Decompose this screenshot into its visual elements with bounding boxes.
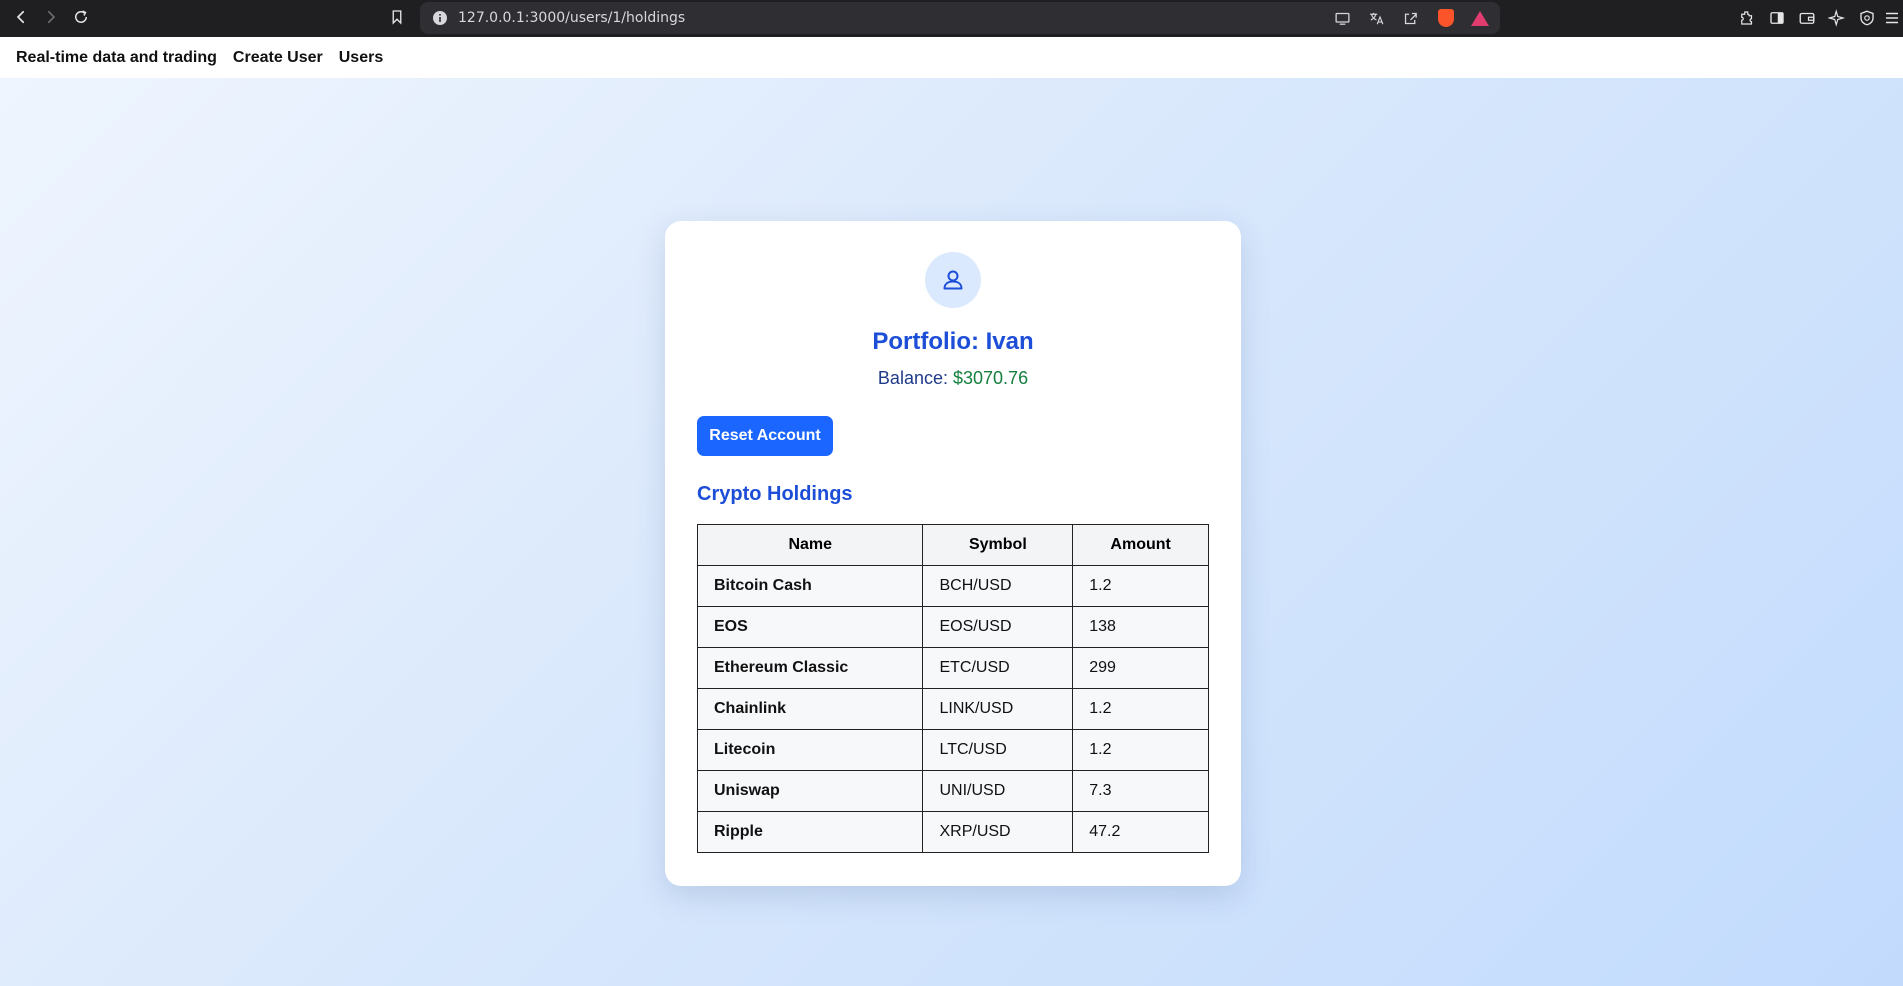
forward-icon[interactable] (38, 4, 64, 30)
vpn-shield-icon[interactable] (1856, 7, 1878, 29)
cell-amount: 138 (1072, 606, 1209, 648)
page-background: Portfolio: Ivan Balance: $3070.76 Reset … (0, 78, 1903, 986)
holdings-heading: Crypto Holdings (697, 483, 853, 505)
table-row: Uniswap UNI/USD 7.3 (696, 770, 1209, 812)
cell-name: Litecoin (696, 729, 924, 771)
extensions-icon[interactable] (1736, 7, 1758, 29)
share-icon[interactable] (1400, 8, 1420, 28)
nav-brand-link[interactable]: Real-time data and trading (16, 49, 217, 67)
app-navbar: Real-time data and trading Create User U… (0, 37, 1903, 78)
cell-symbol: BCH/USD (922, 565, 1074, 607)
balance-value: $3070.76 (953, 368, 1029, 388)
cell-symbol: LINK/USD (922, 688, 1074, 730)
address-bar[interactable]: 127.0.0.1:3000/users/1/holdings (420, 2, 1500, 34)
brave-rewards-icon[interactable] (1470, 8, 1490, 28)
cell-amount: 1.2 (1072, 729, 1209, 771)
translate-icon[interactable] (1366, 8, 1386, 28)
cell-name: Ethereum Classic (696, 647, 924, 689)
brave-shields-icon[interactable] (1436, 8, 1456, 28)
cell-symbol: ETC/USD (922, 647, 1074, 689)
table-row: Bitcoin Cash BCH/USD 1.2 (696, 565, 1209, 607)
wallet-icon[interactable] (1796, 7, 1818, 29)
bookmark-icon[interactable] (384, 4, 410, 30)
site-info-icon[interactable] (432, 10, 448, 26)
nav-create-user-link[interactable]: Create User (233, 49, 323, 67)
column-header-symbol: Symbol (922, 524, 1074, 566)
table-header-row: Name Symbol Amount (696, 524, 1209, 566)
sidebar-icon[interactable] (1766, 7, 1788, 29)
reset-account-button[interactable]: Reset Account (697, 416, 833, 456)
balance-label: Balance: (877, 368, 948, 388)
cell-symbol: UNI/USD (922, 770, 1074, 812)
avatar (925, 252, 981, 308)
holdings-table: Name Symbol Amount Bitcoin Cash BCH/USD … (696, 524, 1209, 853)
cell-amount: 7.3 (1072, 770, 1209, 812)
url-text[interactable]: 127.0.0.1:3000/users/1/holdings (458, 10, 685, 26)
cell-name: Chainlink (696, 688, 924, 730)
table-row: Ripple XRP/USD 47.2 (696, 811, 1209, 853)
column-header-name: Name (696, 524, 924, 566)
cell-name: Uniswap (696, 770, 924, 812)
cell-symbol: EOS/USD (922, 606, 1074, 648)
portfolio-card: Portfolio: Ivan Balance: $3070.76 Reset … (665, 221, 1241, 886)
cell-name: Bitcoin Cash (696, 565, 924, 607)
cell-amount: 1.2 (1072, 688, 1209, 730)
column-header-amount: Amount (1072, 524, 1209, 566)
back-icon[interactable] (8, 4, 34, 30)
page-title: Portfolio: Ivan (872, 328, 1034, 355)
leo-ai-icon[interactable] (1826, 7, 1848, 29)
nav-users-link[interactable]: Users (339, 49, 383, 67)
cell-symbol: XRP/USD (922, 811, 1074, 853)
cell-name: EOS (696, 606, 924, 648)
cell-name: Ripple (696, 811, 924, 853)
table-row: Chainlink LINK/USD 1.2 (696, 688, 1209, 730)
cast-icon[interactable] (1332, 8, 1352, 28)
table-row: Litecoin LTC/USD 1.2 (696, 729, 1209, 771)
cell-amount: 47.2 (1072, 811, 1209, 853)
cell-symbol: LTC/USD (922, 729, 1074, 771)
cell-amount: 1.2 (1072, 565, 1209, 607)
table-row: Ethereum Classic ETC/USD 299 (696, 647, 1209, 689)
balance-line: Balance: $3070.76 (665, 368, 1241, 389)
user-icon (943, 270, 963, 290)
browser-toolbar: 127.0.0.1:3000/users/1/holdings (0, 0, 1903, 37)
menu-icon[interactable] (1882, 7, 1902, 29)
reload-icon[interactable] (68, 4, 94, 30)
cell-amount: 299 (1072, 647, 1209, 689)
table-row: EOS EOS/USD 138 (696, 606, 1209, 648)
